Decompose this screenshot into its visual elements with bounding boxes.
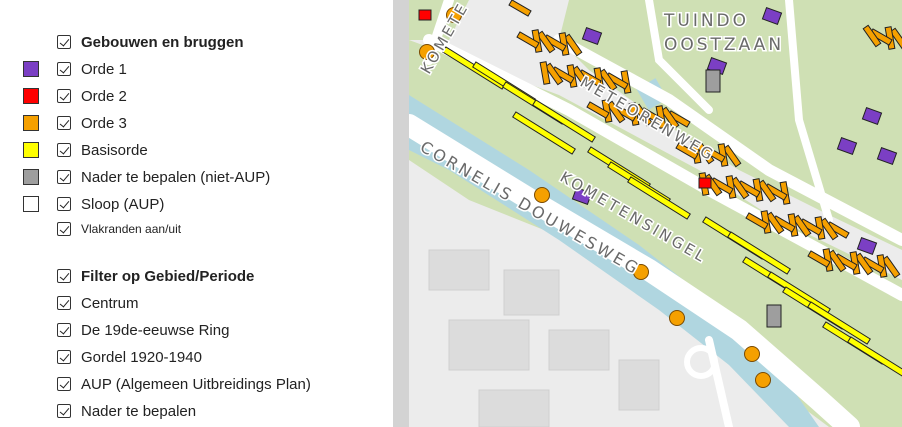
filter-item-label: Nader te bepalen: [81, 402, 197, 420]
swatch-sloop: [23, 196, 39, 212]
swatch-nader: [23, 169, 39, 185]
checkbox-filter-nader[interactable]: [57, 404, 71, 418]
legend-group-title: Gebouwen en bruggen: [81, 33, 244, 51]
legend-item-label: Basisorde: [81, 141, 148, 159]
swatch-basisorde: [23, 142, 39, 158]
bridge-marker[interactable]: [669, 310, 685, 326]
checkbox-orde-3[interactable]: [57, 116, 71, 130]
checkbox-nader[interactable]: [57, 170, 71, 184]
legend-group-title: Filter op Gebied/Periode: [81, 267, 255, 285]
swatch-orde-3: [23, 115, 39, 131]
label-area-line1: TUINDO: [663, 11, 749, 31]
legend-item-label: Orde 2: [81, 87, 127, 105]
building-nader: [705, 69, 721, 93]
legend-item-label: Nader te bepalen (niet-AUP): [81, 168, 271, 186]
filter-item-label: Centrum: [81, 294, 139, 312]
legend-item-label: Orde 3: [81, 114, 127, 132]
legend-item-label: Orde 1: [81, 60, 127, 78]
checkbox-outline-toggle[interactable]: [57, 222, 71, 236]
checkbox-sloop[interactable]: [57, 197, 71, 211]
checkbox-gordel[interactable]: [57, 350, 71, 364]
filter-item-label: Gordel 1920-1940: [81, 348, 202, 366]
bridge-marker[interactable]: [755, 372, 771, 388]
map-view[interactable]: METEORENWEG KOMETENSINGEL CORNELIS DOUWE…: [409, 0, 902, 427]
legend-item-label: Sloop (AUP): [81, 195, 165, 213]
building-orde-2: [698, 177, 712, 189]
checkbox-centrum[interactable]: [57, 296, 71, 310]
swatch-orde-2: [23, 88, 39, 104]
checkbox-group-buildings[interactable]: [57, 35, 71, 49]
filter-item-label: De 19de-eeuwse Ring: [81, 321, 230, 339]
swatch-orde-1: [23, 61, 39, 77]
outline-toggle-label: Vlakranden aan/uit: [81, 222, 182, 236]
checkbox-orde-1[interactable]: [57, 62, 71, 76]
legend-panel: Gebouwen en bruggen Orde 1 Orde 2 Orde 3…: [0, 0, 393, 427]
building-nader: [766, 304, 782, 328]
bridge-marker[interactable]: [744, 346, 760, 362]
map-canvas[interactable]: METEORENWEG KOMETENSINGEL CORNELIS DOUWE…: [409, 0, 902, 427]
filter-item-label: AUP (Algemeen Uitbreidings Plan): [81, 375, 311, 393]
label-area-line2: OOSTZAAN: [664, 35, 784, 55]
checkbox-ring[interactable]: [57, 323, 71, 337]
building-orde-2: [418, 9, 432, 21]
checkbox-group-filter[interactable]: [57, 269, 71, 283]
checkbox-aup[interactable]: [57, 377, 71, 391]
checkbox-orde-2[interactable]: [57, 89, 71, 103]
panel-splitter[interactable]: [393, 0, 409, 427]
checkbox-basisorde[interactable]: [57, 143, 71, 157]
